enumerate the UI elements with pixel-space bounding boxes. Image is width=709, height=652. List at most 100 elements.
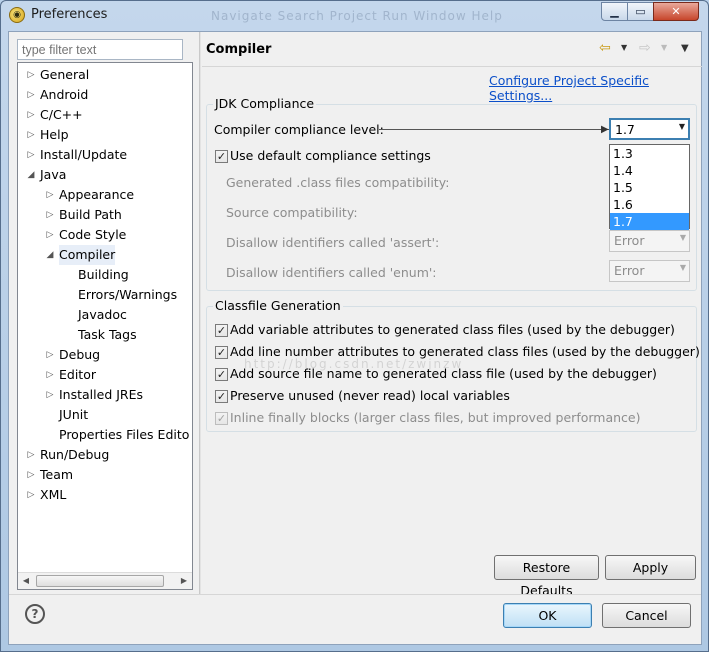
classfile-option-label: Add variable attributes to generated cla… (230, 322, 675, 337)
back-history-dropdown-icon[interactable]: ▼ (621, 43, 627, 52)
background-menu-ghost: Navigate Search Project Run Window Help (211, 9, 503, 23)
tree-item-label: Appearance (59, 187, 135, 202)
collapsed-arrow-icon[interactable]: ▷ (26, 445, 36, 465)
tree-item[interactable]: ▷ Help (18, 125, 192, 145)
tree-item[interactable]: ▷ Debug (18, 345, 192, 365)
tree-item[interactable]: ▷ Appearance (18, 185, 192, 205)
collapsed-arrow-icon[interactable]: ▷ (45, 385, 55, 405)
tree-item[interactable]: ▷ Code Style (18, 225, 192, 245)
tree-item[interactable]: JUnit (18, 405, 192, 425)
tree-item-label: XML (40, 487, 67, 502)
tree-item-label: Code Style (59, 227, 127, 242)
disallow-enum-select[interactable]: Error ▼ (609, 260, 690, 282)
tree-item-label: Installed JREs (59, 387, 144, 402)
classfile-option-checkbox[interactable]: ✓ (215, 368, 228, 381)
collapsed-arrow-icon[interactable]: ▷ (45, 185, 55, 205)
scrollbar-thumb[interactable] (36, 575, 164, 587)
tree-item[interactable]: ▷ Android (18, 85, 192, 105)
compliance-level-dropdown-list[interactable]: 1.3 1.4 1.5 1.6 1.7 (609, 144, 690, 230)
tree-item-label: Run/Debug (40, 447, 110, 462)
help-icon[interactable]: ? (25, 604, 45, 624)
classfile-option-label: Inline finally blocks (larger class file… (230, 410, 641, 425)
tree-item[interactable]: ▷ XML (18, 485, 192, 505)
classfile-option-checkbox[interactable]: ✓ (215, 346, 228, 359)
dropdown-option[interactable]: 1.7 (610, 213, 689, 230)
jdk-compliance-group-label: JDK Compliance (213, 96, 317, 111)
tree-item-label: Android (40, 87, 89, 102)
tree-item[interactable]: ▷ Run/Debug (18, 445, 192, 465)
chevron-down-icon: ▼ (679, 233, 686, 242)
dialog-client-area: ◀ ▶ ▷ General ▷ Android ▷ C/C++ ▷ Help ▷ Install/… (8, 31, 702, 645)
compliance-level-value: 1.7 (615, 122, 635, 137)
classfile-option-checkbox[interactable]: ✓ (215, 324, 228, 337)
panel-splitter[interactable] (199, 32, 201, 594)
dropdown-option[interactable]: 1.3 (610, 145, 689, 162)
apply-button[interactable]: Apply (605, 555, 696, 580)
title-bar[interactable]: ◉ Preferences Navigate Search Project Ru… (1, 1, 708, 31)
collapsed-arrow-icon[interactable]: ▷ (45, 225, 55, 245)
classfile-option-checkbox[interactable]: ✓ (215, 412, 228, 425)
ok-button[interactable]: OK (503, 603, 592, 628)
tree-item[interactable]: ▷ Team (18, 465, 192, 485)
tree-item[interactable]: ▷ Installed JREs (18, 385, 192, 405)
restore-defaults-button[interactable]: Restore Defaults (494, 555, 599, 598)
tree-item[interactable]: ▷ Editor (18, 365, 192, 385)
forward-history-dropdown-icon[interactable]: ▼ (661, 43, 667, 52)
tree-item[interactable]: ◢ Compiler (18, 245, 192, 265)
source-compat-label: Source compatibility: (226, 205, 358, 220)
compliance-level-select[interactable]: 1.7 ▼ (609, 118, 690, 140)
maximize-button[interactable]: ▭ (627, 2, 654, 21)
tree-item[interactable]: ▷ Build Path (18, 205, 192, 225)
tree-item-label: Editor (59, 367, 96, 382)
preferences-tree[interactable]: ◀ ▶ ▷ General ▷ Android ▷ C/C++ ▷ Help ▷ Install/… (17, 62, 193, 590)
classfile-generation-group-label: Classfile Generation (213, 298, 343, 313)
scroll-right-icon[interactable]: ▶ (176, 573, 192, 589)
tree-item[interactable]: ▷ Install/Update (18, 145, 192, 165)
collapsed-arrow-icon[interactable]: ▷ (26, 65, 36, 85)
close-button[interactable]: ✕ (653, 2, 699, 21)
expanded-arrow-icon[interactable]: ◢ (45, 245, 55, 265)
use-default-compliance-label: Use default compliance settings (230, 148, 431, 163)
tree-item[interactable]: Building (18, 265, 192, 285)
tree-item[interactable]: ◢ Java (18, 165, 192, 185)
tree-item-label: Building (78, 267, 129, 282)
tree-item[interactable]: ▷ General (18, 65, 192, 85)
back-arrow-icon[interactable]: ⇦ (599, 40, 611, 56)
cancel-button[interactable]: Cancel (602, 603, 691, 628)
filter-input[interactable] (17, 39, 183, 60)
collapsed-arrow-icon[interactable]: ▷ (26, 465, 36, 485)
collapsed-arrow-icon[interactable]: ▷ (26, 105, 36, 125)
tree-item[interactable]: ▷ C/C++ (18, 105, 192, 125)
dropdown-option[interactable]: 1.4 (610, 162, 689, 179)
collapsed-arrow-icon[interactable]: ▷ (26, 145, 36, 165)
tree-item[interactable]: Properties Files Edito (18, 425, 192, 445)
scroll-left-icon[interactable]: ◀ (18, 573, 34, 589)
tree-item-label: Help (40, 127, 69, 142)
collapsed-arrow-icon[interactable]: ▷ (26, 125, 36, 145)
minimize-button[interactable]: ▁ (601, 2, 628, 21)
tree-horizontal-scrollbar[interactable]: ◀ ▶ (18, 572, 192, 589)
collapsed-arrow-icon[interactable]: ▷ (45, 205, 55, 225)
view-menu-icon[interactable]: ▼ (681, 43, 689, 54)
dropdown-option[interactable]: 1.5 (610, 179, 689, 196)
tree-item-label: Compiler (59, 245, 116, 265)
dropdown-option[interactable]: 1.6 (610, 196, 689, 213)
classfile-option-checkbox[interactable]: ✓ (215, 390, 228, 403)
use-default-compliance-checkbox[interactable]: ✓ (215, 150, 228, 163)
tree-item-label: General (40, 67, 90, 82)
tree-item[interactable]: Javadoc (18, 305, 192, 325)
expanded-arrow-icon[interactable]: ◢ (26, 165, 36, 185)
configure-project-settings-link[interactable]: Configure Project Specific Settings... (489, 73, 701, 103)
collapsed-arrow-icon[interactable]: ▷ (45, 345, 55, 365)
chevron-down-icon: ▼ (678, 122, 685, 131)
disallow-enum-value: Error (614, 263, 645, 278)
chevron-down-icon: ▼ (679, 263, 686, 272)
collapsed-arrow-icon[interactable]: ▷ (26, 485, 36, 505)
tree-item[interactable]: Task Tags (18, 325, 192, 345)
tree-item[interactable]: Errors/Warnings (18, 285, 192, 305)
disallow-assert-select[interactable]: Error ▼ (609, 230, 690, 252)
collapsed-arrow-icon[interactable]: ▷ (26, 85, 36, 105)
page-title: Compiler (206, 42, 272, 57)
collapsed-arrow-icon[interactable]: ▷ (45, 365, 55, 385)
forward-arrow-icon[interactable]: ⇨ (639, 40, 651, 56)
